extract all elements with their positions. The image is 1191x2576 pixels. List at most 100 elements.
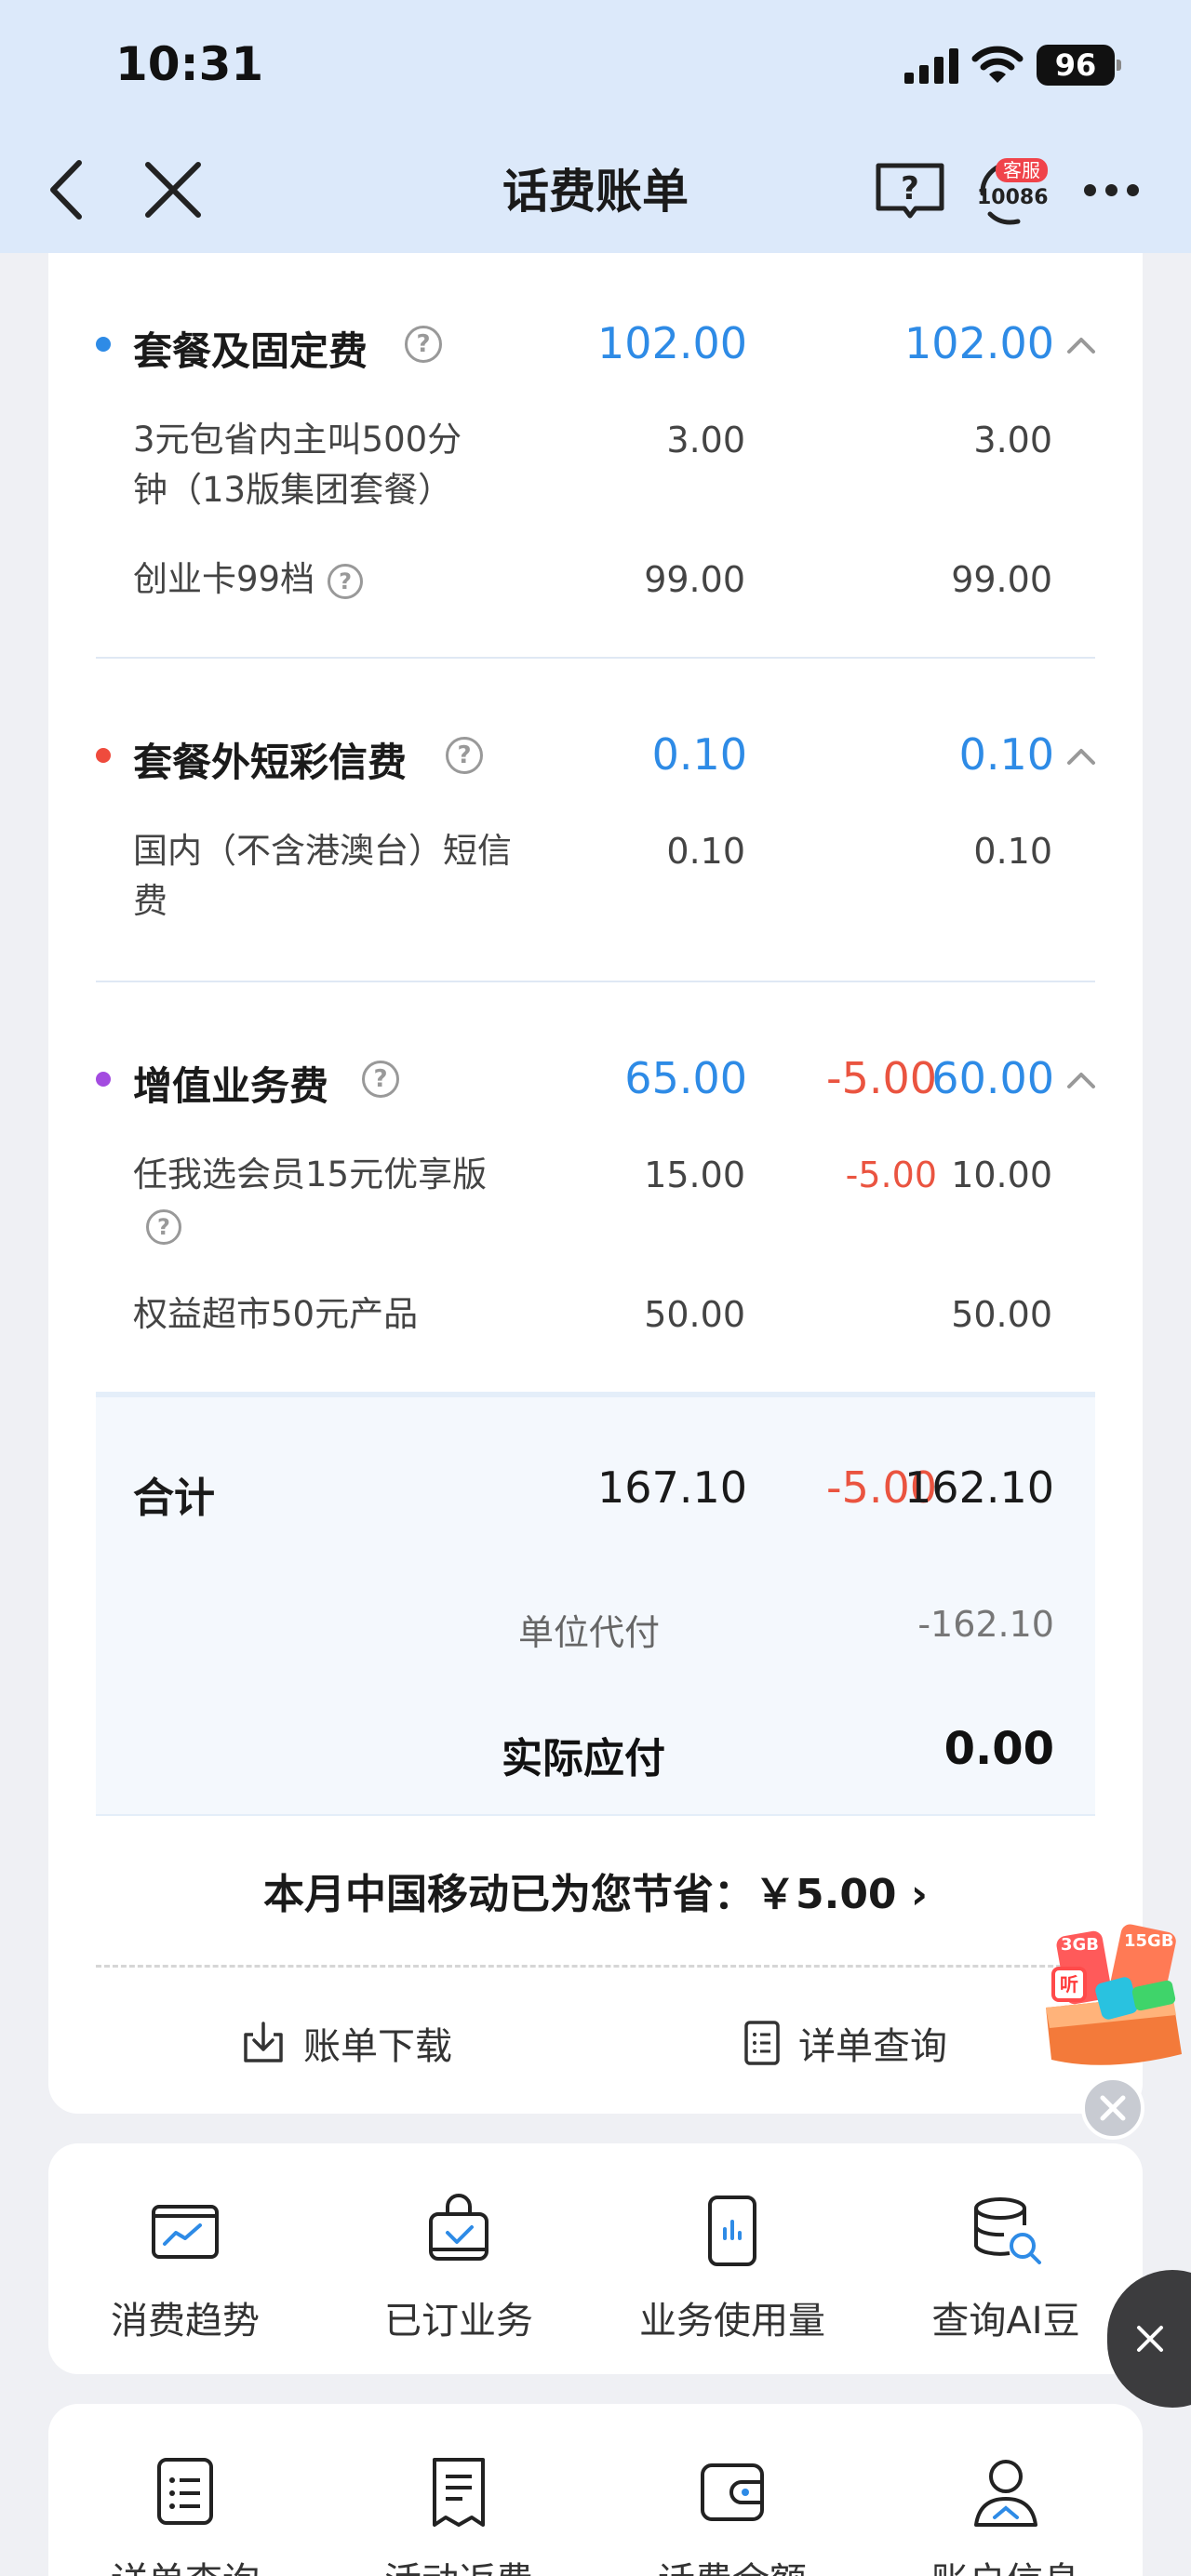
promo-close-button[interactable] <box>1081 2076 1144 2140</box>
promo-tag-3gb: 3GB <box>1061 1935 1100 1955</box>
more-dot <box>1104 183 1117 196</box>
category-row[interactable]: 增值业务费 ? 65.00 -5.00 60.00 <box>96 1046 1095 1113</box>
detail-query-button[interactable]: 详单查询 <box>743 2013 947 2073</box>
item-actual: 3.00 <box>973 420 1052 460</box>
bill-download-button[interactable]: 账单下载 <box>240 2013 452 2073</box>
usage-icon <box>708 2196 756 2266</box>
total-block: 合计 167.10 -5.00 162.10 单位代付 -162.10 实际应付… <box>96 1392 1095 1816</box>
promo-float-banner[interactable]: 听 3GB 15GB <box>1033 1915 1191 2071</box>
shortcut-detail-query[interactable]: 详单查询 <box>48 2452 322 2576</box>
user-icon <box>974 2460 1037 2527</box>
service-badge: 客服 <box>996 158 1048 182</box>
help-button[interactable]: ? <box>875 160 945 220</box>
shortcuts-card-2: 详单查询 活动返费 话费余额 账户信息 <box>48 2404 1143 2576</box>
shortcuts-card: 消费趋势 已订业务 业务使用量 查询AI豆 <box>48 2143 1143 2374</box>
shortcut-label: 活动返费 <box>322 2551 596 2576</box>
shortcut-label: 话费余额 <box>596 2551 869 2576</box>
status-icons: 96 <box>904 45 1121 86</box>
item-actual: 0.10 <box>973 831 1052 872</box>
item-discount: -5.00 <box>845 1155 937 1195</box>
help-icon[interactable]: ? <box>446 737 483 774</box>
bill-download-label: 账单下载 <box>303 2025 452 2068</box>
help-icon[interactable]: ? <box>405 326 442 363</box>
chevron-up-icon[interactable] <box>1065 741 1097 772</box>
item-amount: 3.00 <box>666 420 745 460</box>
shortcut-balance[interactable]: 话费余额 <box>596 2452 869 2576</box>
item-amount: 15.00 <box>644 1155 745 1195</box>
shortcut-label: 账户信息 <box>869 2551 1143 2576</box>
item-amount: 0.10 <box>666 831 745 872</box>
shortcut-label: 查询AI豆 <box>931 2300 1080 2342</box>
ai-bean-icon <box>974 2197 1041 2264</box>
battery-icon: 96 <box>1037 45 1121 86</box>
top-bar: 10:31 96 话费账单 ? 客服 10086 <box>0 0 1191 253</box>
item-name: 国内（不含港澳台）短信费 <box>133 831 512 921</box>
help-icon[interactable]: ? <box>328 563 364 599</box>
bill-item: 创业卡99档? 99.00 99.00 <box>96 554 1095 607</box>
total-actual: 162.10 <box>904 1462 1054 1513</box>
shortcut-label: 业务使用量 <box>639 2300 825 2342</box>
category-discount: -5.00 <box>825 1053 937 1103</box>
more-dot <box>1083 183 1096 196</box>
item-actual: 50.00 <box>951 1294 1052 1335</box>
category-row[interactable]: 套餐外短彩信费 ? 0.10 0.10 <box>96 722 1095 789</box>
shortcut-subscribed-services[interactable]: 已订业务 <box>322 2192 596 2344</box>
item-actual: 10.00 <box>951 1155 1052 1195</box>
status-time: 10:31 <box>115 37 264 91</box>
actual-due-label: 实际应付 <box>502 1735 665 1782</box>
category-name: 套餐外短彩信费 <box>133 740 408 785</box>
category-actual: 0.10 <box>958 729 1054 780</box>
company-pay-label: 单位代付 <box>518 1612 661 1653</box>
help-icon[interactable]: ? <box>146 1208 181 1245</box>
total-label: 合计 <box>133 1475 215 1522</box>
svg-text:听: 听 <box>1060 1973 1078 1995</box>
shortcut-ai-beans[interactable]: 查询AI豆 <box>869 2192 1143 2344</box>
item-amount: 50.00 <box>644 1294 745 1335</box>
shortcut-account-info[interactable]: 账户信息 <box>869 2452 1143 2576</box>
download-icon <box>244 2022 283 2062</box>
help-book-icon: ? <box>876 163 944 219</box>
signal-icon <box>904 48 958 84</box>
shortcut-activity-rebate[interactable]: 活动返费 <box>322 2452 596 2576</box>
bill-item: 权益超市50元产品 50.00 50.00 <box>96 1289 1095 1341</box>
chevron-up-icon[interactable] <box>1065 1064 1097 1096</box>
customer-service-button[interactable]: 客服 10086 <box>973 153 1050 229</box>
bill-item: 3元包省内主叫500分钟（13版集团套餐） 3.00 3.00 <box>96 415 1095 517</box>
category-dot <box>96 748 111 763</box>
total-amount: 167.10 <box>597 1462 747 1513</box>
trend-icon <box>152 2205 219 2259</box>
item-name: 创业卡99档? <box>133 554 364 605</box>
chevron-up-icon[interactable] <box>1065 329 1097 361</box>
shortcut-label: 已订业务 <box>384 2300 533 2342</box>
category-row[interactable]: 套餐及固定费 ? 102.00 102.00 <box>96 311 1095 378</box>
category-dot <box>96 1072 111 1087</box>
service-number: 10086 <box>977 186 1049 209</box>
category-actual: 60.00 <box>931 1053 1054 1103</box>
help-icon[interactable]: ? <box>362 1061 399 1098</box>
category-amount: 0.10 <box>651 729 747 780</box>
list-doc-icon <box>744 2021 780 2065</box>
bill-item: 国内（不含港澳台）短信费 0.10 0.10 <box>96 826 1095 928</box>
receipt-icon <box>433 2458 485 2527</box>
item-name: 3元包省内主叫500分钟（13版集团套餐） <box>133 420 462 510</box>
item-name-text: 创业卡99档 <box>133 559 315 599</box>
item-name-text: 任我选会员15元优享版 <box>133 1155 488 1195</box>
dashed-divider <box>96 1965 1095 1968</box>
more-button[interactable] <box>1074 160 1148 220</box>
promo-tag-15gb: 15GB <box>1124 1931 1174 1951</box>
shortcut-label: 消费趋势 <box>111 2300 260 2342</box>
category-actual: 102.00 <box>904 318 1054 368</box>
shortcut-service-usage[interactable]: 业务使用量 <box>596 2192 869 2344</box>
shortcut-consumption-trend[interactable]: 消费趋势 <box>48 2192 322 2344</box>
item-name: 任我选会员15元优享版? <box>133 1150 505 1250</box>
category-name: 套餐及固定费 <box>133 328 368 374</box>
section-divider <box>96 657 1095 659</box>
company-pay-amount: -162.10 <box>917 1604 1054 1645</box>
savings-link[interactable]: 本月中国移动已为您节省：￥5.00 › <box>0 1861 1191 1920</box>
item-amount: 99.00 <box>644 559 745 600</box>
category-amount: 65.00 <box>624 1053 747 1103</box>
shortcut-label: 详单查询 <box>48 2551 322 2576</box>
category-dot <box>96 337 111 352</box>
close-icon <box>1100 2095 1126 2121</box>
detail-query-label: 详单查询 <box>798 2025 947 2068</box>
